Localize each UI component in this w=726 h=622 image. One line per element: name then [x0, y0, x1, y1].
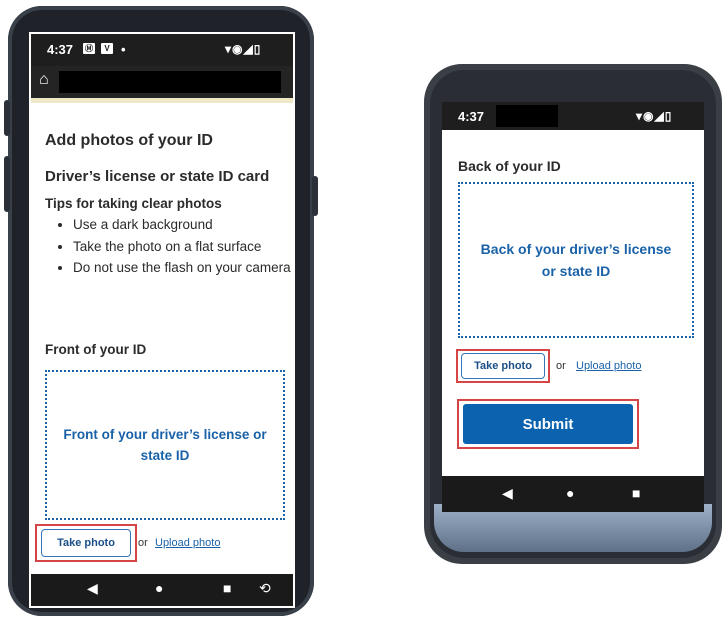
- or-label: or: [138, 537, 148, 549]
- side-button: [4, 156, 10, 212]
- android-nav-bar: ◀ ● ■ ⟲: [31, 574, 293, 606]
- or-label: or: [556, 360, 566, 372]
- back-id-dropzone[interactable]: Back of your driver’s license or state I…: [458, 182, 694, 338]
- recents-icon[interactable]: ■: [632, 485, 640, 501]
- app-notification-icon: V: [101, 43, 113, 54]
- back-icon[interactable]: ◀: [502, 485, 513, 502]
- page-top-strip: [31, 98, 293, 103]
- tips-heading: Tips for taking clear photos: [45, 196, 222, 211]
- power-button: [312, 176, 318, 216]
- back-icon[interactable]: ◀: [87, 580, 98, 597]
- tips-list: Use a dark background Take the photo on …: [59, 214, 293, 279]
- right-phone-screen: 4:37 ▾◉◢▯ Back of your ID Back of your d…: [442, 102, 704, 512]
- front-id-dropzone-label: Front of your driver’s license or state …: [63, 427, 267, 463]
- recents-icon[interactable]: ■: [223, 580, 231, 596]
- back-id-dropzone-label: Back of your driver’s license or state I…: [480, 241, 672, 279]
- tip-item: Take the photo on a flat surface: [73, 236, 293, 258]
- home-icon[interactable]: ⌂: [39, 71, 49, 89]
- more-notifications-icon: •: [121, 42, 126, 57]
- volume-button: [4, 100, 10, 136]
- notification-icon: Ⓜ: [83, 43, 95, 54]
- id-type-heading: Driver’s license or state ID card: [45, 168, 270, 185]
- redacted-status: [496, 105, 558, 127]
- signal-battery-icons: ▾◉◢▯: [636, 109, 673, 123]
- front-id-heading: Front of your ID: [45, 342, 147, 357]
- signal-battery-icons: ▾◉◢▯: [225, 42, 262, 56]
- take-photo-button[interactable]: Take photo: [461, 353, 545, 379]
- front-id-dropzone[interactable]: Front of your driver’s license or state …: [45, 370, 285, 520]
- rotate-icon[interactable]: ⟲: [259, 580, 271, 597]
- upload-photo-link[interactable]: Upload photo: [576, 360, 641, 372]
- tip-item: Use a dark background: [73, 214, 293, 236]
- page-title: Add photos of your ID: [45, 132, 213, 149]
- back-id-heading: Back of your ID: [458, 158, 561, 174]
- status-time: 4:37: [47, 42, 74, 57]
- right-phone-frame: 4:37 ▾◉◢▯ Back of your ID Back of your d…: [424, 64, 722, 564]
- left-phone-screen: 4:37 Ⓜ V • ▾◉◢▯ ⌂ Add photos of your ID …: [29, 32, 295, 608]
- status-bar: 4:37 Ⓜ V • ▾◉◢▯: [31, 34, 293, 66]
- home-button-icon[interactable]: ●: [155, 580, 163, 596]
- take-photo-button[interactable]: Take photo: [41, 529, 131, 557]
- submit-button[interactable]: Submit: [463, 404, 633, 444]
- upload-photo-link[interactable]: Upload photo: [155, 537, 220, 549]
- android-nav-bar: ◀ ● ■: [442, 476, 704, 512]
- status-bar: 4:37 ▾◉◢▯: [442, 102, 704, 130]
- home-button-icon[interactable]: ●: [566, 485, 574, 501]
- browser-address-bar: ⌂: [31, 66, 293, 98]
- status-time: 4:37: [458, 109, 485, 124]
- redacted-url[interactable]: [59, 71, 281, 93]
- tip-item: Do not use the flash on your camera: [73, 257, 293, 279]
